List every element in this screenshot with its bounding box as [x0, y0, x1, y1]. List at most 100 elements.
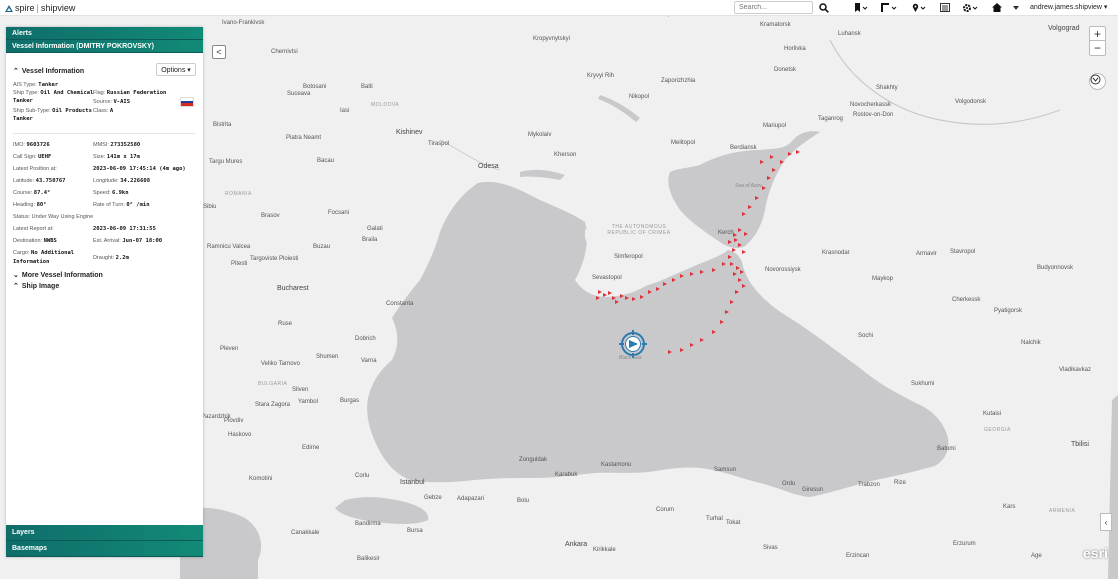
map-label: Taganrog: [818, 116, 844, 122]
section-title: Vessel Information: [21, 67, 85, 75]
map-label: Targoviste: [250, 256, 278, 262]
top-bar: spire | shipview andrew.james.shipview ▾: [0, 0, 1118, 16]
zoom-in-button[interactable]: +: [1090, 27, 1105, 41]
map-label: THE AUTONOMOUS REPUBLIC OF CRIMEA: [607, 224, 671, 236]
user-menu[interactable]: andrew.james.shipview ▾: [1030, 3, 1107, 11]
basemaps-header[interactable]: Basemaps: [6, 541, 203, 557]
map-label: Budyonnovsk: [1037, 265, 1074, 271]
map-label: Batumi: [937, 446, 956, 452]
map-label: Suceava: [287, 91, 311, 97]
map-label: GEORGIA: [984, 427, 1011, 433]
map-label: Odesa: [478, 163, 499, 170]
map-label: Age: [1031, 553, 1042, 559]
search-icon[interactable]: [817, 1, 831, 14]
map-label: Krasnodar: [822, 250, 850, 256]
chevron-up-icon: ⌃: [13, 68, 19, 75]
map-label: Nikopol: [629, 94, 650, 100]
map-label: Kutaisi: [983, 411, 1002, 417]
map-label: Edirne: [302, 445, 320, 451]
map-label: Varna: [361, 358, 377, 364]
map-label: Erzurum: [953, 541, 976, 547]
map-label: Black Sea: [619, 355, 642, 361]
compass-icon[interactable]: [1089, 73, 1106, 90]
map-label: Dnipro: [657, 16, 678, 17]
map-label: Bolu: [517, 498, 530, 504]
list-icon[interactable]: [938, 1, 952, 14]
ais-type-row: AIS Type: Tanker: [13, 82, 59, 88]
subtype-row: Ship Sub-Type: Oil Products: [13, 108, 92, 114]
map-label: Volgodonsk: [955, 99, 987, 105]
size-row: Size: 141m x 17m: [93, 154, 140, 160]
map-label: Maykop: [872, 276, 894, 282]
map-label: Novocherkassk: [850, 102, 892, 108]
map-label: Karabuk: [555, 472, 578, 478]
map-label: Vladikavkaz: [1059, 367, 1092, 373]
map-label: ARMENIA: [1049, 508, 1076, 514]
map-label: Corlu: [355, 473, 370, 479]
map-label: Bucharest: [277, 285, 309, 292]
speed-row: Speed: 6.9kn: [93, 190, 129, 196]
map-label: Kramatorsk: [760, 22, 791, 28]
map-label: Donetsk: [774, 67, 797, 73]
map-label: Ramnicu Valcea: [207, 244, 251, 250]
map-label: Kirikkale: [593, 547, 616, 553]
expand-right-panel-button[interactable]: ‹: [1100, 513, 1112, 531]
map-label: Plovdiv: [224, 418, 244, 424]
options-dropdown[interactable]: Options ▾: [156, 63, 196, 76]
map-label: Yambol: [298, 399, 318, 405]
vessel-info-header[interactable]: Vessel Information (DMITRY POKROVSKY): [6, 40, 203, 53]
flag-icon: [180, 97, 194, 107]
map-label: Stara Zagora: [255, 402, 291, 408]
panel-bottom: Layers Basemaps: [6, 525, 203, 557]
zoom-out-button[interactable]: −: [1090, 41, 1105, 55]
map-label: Rize: [894, 480, 907, 486]
chevron-up-icon: ⌃: [13, 283, 19, 290]
map-label: Buzau: [313, 244, 331, 250]
vessel-info-section-toggle[interactable]: ⌃ Vessel Information: [13, 67, 85, 76]
map-label: Brasov: [261, 213, 280, 219]
map-label: Giresun: [802, 487, 824, 493]
esri-attribution[interactable]: esri: [1083, 545, 1108, 561]
course-row: Course: 87.4°: [13, 190, 51, 196]
draught-row: Draught: 2.2m: [93, 255, 129, 261]
map-label: Simferopol: [614, 254, 643, 260]
map-label: Berdiansk: [730, 145, 757, 151]
map-label: Volgograd: [1048, 25, 1080, 32]
map-label: Burgas: [340, 398, 360, 404]
map-label: Pyatigorsk: [994, 308, 1023, 314]
map-label: Veliko Tarnovo: [261, 361, 300, 367]
latest-report-row: Latest Report at:: [13, 226, 54, 232]
spire-logo-icon: [5, 4, 13, 12]
bookmark-icon[interactable]: [852, 1, 870, 14]
rate-of-turn-row: Rate of Turn: 0° /min: [93, 202, 150, 208]
latest-position-row: Latest Position at:: [13, 166, 57, 172]
map-label: Dobrich: [355, 336, 376, 342]
map-label: Shumen: [316, 354, 339, 360]
map-label: Braila: [362, 237, 378, 243]
draw-icon[interactable]: [880, 1, 898, 14]
alerts-header[interactable]: Alerts: [6, 27, 203, 40]
map-label: Gebze: [424, 495, 442, 501]
location-pin-icon[interactable]: [911, 1, 927, 14]
map-label: Mariupol: [763, 123, 787, 129]
more-vessel-info-toggle[interactable]: ⌄ More Vessel Information: [13, 271, 103, 280]
map-label: Turhal: [706, 516, 723, 522]
layers-header[interactable]: Layers: [6, 525, 203, 541]
map-label: Targu Mures: [209, 159, 243, 165]
map-label: Kryvyi Rih: [587, 73, 615, 79]
map-label: Iasi: [340, 108, 350, 114]
map-label: Sea of Azov: [735, 183, 762, 189]
collapse-panel-button[interactable]: <: [212, 45, 226, 59]
search-input[interactable]: [734, 1, 813, 14]
map-label: Istanbul: [400, 479, 425, 486]
map-label: Ruse: [278, 321, 293, 327]
heading-row: Heading: 80°: [13, 202, 47, 208]
settings-icon[interactable]: [961, 1, 981, 14]
logo-product: shipview: [40, 3, 76, 13]
app-logo[interactable]: spire | shipview: [5, 2, 75, 14]
chevron-down-icon[interactable]: [1011, 1, 1021, 14]
chevron-left-icon: ‹: [1104, 517, 1108, 527]
ship-image-toggle[interactable]: ⌃ Ship Image: [13, 282, 59, 291]
home-icon[interactable]: [990, 1, 1004, 14]
divider: [13, 133, 195, 134]
